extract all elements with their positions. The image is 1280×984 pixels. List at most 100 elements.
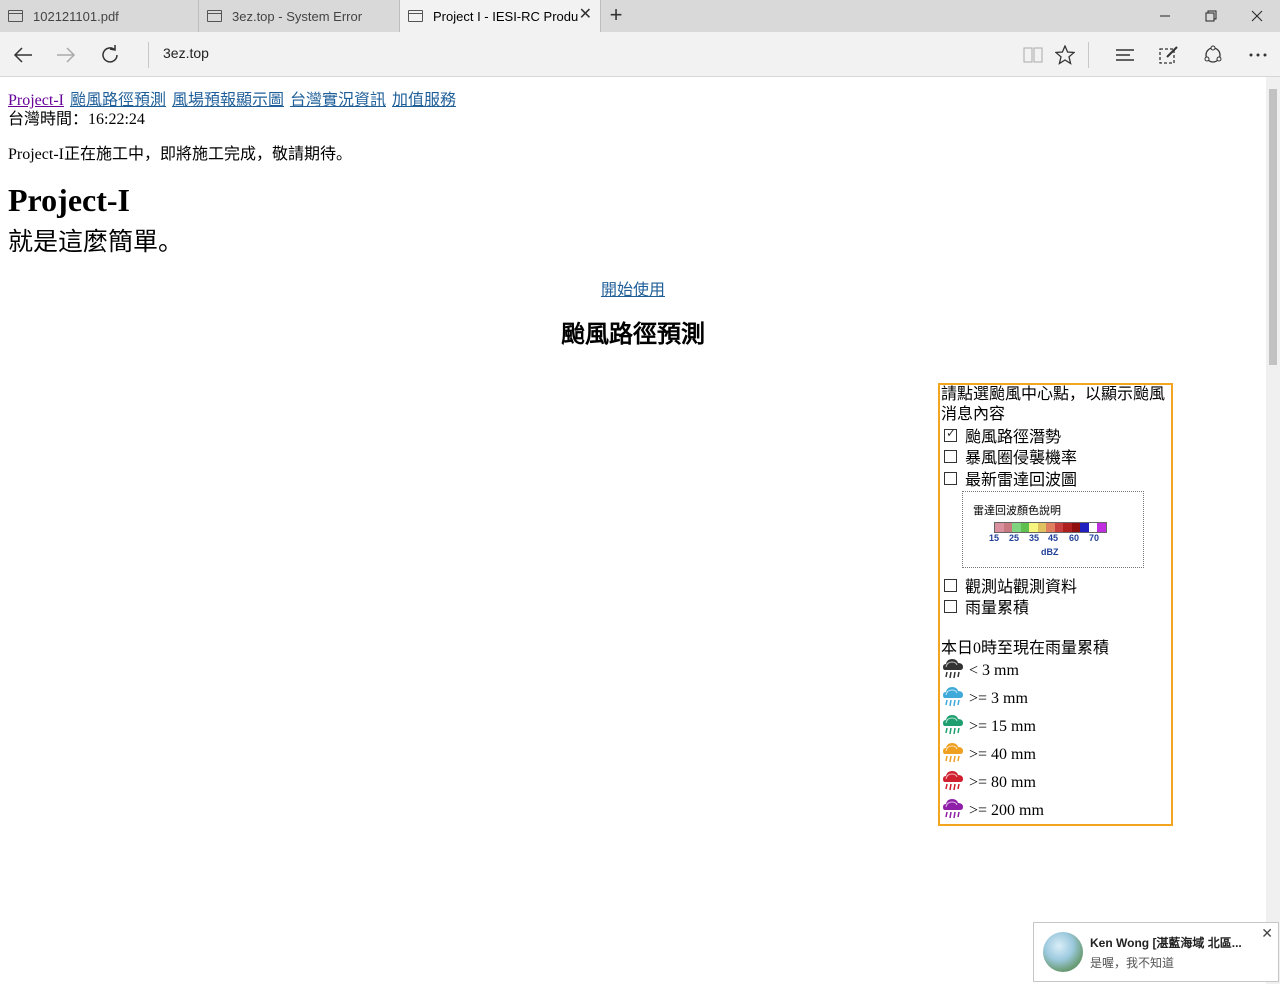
radar-color-swatch [995,523,1004,532]
separator [148,42,149,68]
taiwan-time: 台灣時間：16:22:24 [8,111,145,128]
radar-color-swatch [1020,523,1029,532]
map-legend-panel: 請點選颱風中心點，以顯示颱風消息內容 颱風路徑潛勢 暴風圈侵襲機率 最新雷達回波… [938,383,1173,826]
rain-cloud-icon [943,743,963,763]
page-title: Project-I [8,182,130,218]
radar-color-swatch [1071,523,1080,532]
radar-tick: 60 [1069,533,1080,543]
rain-legend-item: >= 80 mm [941,766,1036,792]
option-label: 最新雷達回波圖 [965,472,1078,489]
rain-level-label: >= 80 mm [969,774,1036,791]
address-toolbar: 3ez.top [0,32,1280,77]
rain-cloud-icon [943,771,963,791]
rain-level-label: >= 200 mm [969,802,1044,819]
close-icon[interactable]: ✕ [1261,925,1273,942]
share-button[interactable] [1198,40,1228,70]
tab-title: Project I - IESI-RC Produ [433,8,579,24]
panel-prompt: 請點選颱風中心點，以顯示颱風消息內容 [941,386,1166,423]
nav-link-taiwan-live[interactable]: 台灣實況資訊 [290,92,386,109]
page-viewport: Project-I 颱風路徑預測 風場預報顯示圖 台灣實況資訊 加值服務 台灣時… [0,77,1266,984]
forward-button[interactable] [51,40,81,70]
message-notification[interactable]: Ken Wong [湛藍海域 北區... 是喔，我不知道 ✕ [1033,922,1279,982]
radar-color-scale [994,522,1107,533]
option-rain-accum[interactable]: 雨量累積 [944,596,1030,617]
radar-color-swatch [1003,523,1012,532]
vertical-scrollbar[interactable] [1266,77,1280,984]
slogan: 就是這麼簡單。 [8,229,184,256]
radar-color-swatch [1029,523,1038,532]
restore-icon [1205,10,1217,22]
radar-color-swatch [1063,523,1072,532]
page-icon [8,10,23,22]
hub-button[interactable] [1110,40,1140,70]
section-title: 颱風路徑預測 [561,322,705,348]
checkbox[interactable] [944,449,957,463]
tab-title: 3ez.top - System Error [232,8,363,24]
reading-view-button[interactable] [1018,40,1048,70]
book-icon [1023,47,1043,63]
rain-cloud-icon [943,715,963,735]
more-icon [1249,53,1267,57]
back-button[interactable] [8,40,38,70]
forward-arrow-icon [57,47,76,63]
restore-button[interactable] [1188,0,1234,32]
rain-cloud-icon [943,799,963,819]
nav-link-wind-forecast[interactable]: 風場預報顯示圖 [172,92,284,109]
close-icon [1251,10,1263,22]
rain-level-label: >= 3 mm [969,690,1028,707]
rain-level-label: >= 40 mm [969,746,1036,763]
option-radar[interactable]: 最新雷達回波圖 [944,468,1078,489]
rain-cloud-icon [943,687,963,707]
checkbox[interactable] [944,426,957,442]
checkbox[interactable] [944,471,957,485]
address-field[interactable]: 3ez.top [163,45,209,61]
favorite-button[interactable] [1050,40,1080,70]
option-stations[interactable]: 觀測站觀測資料 [944,575,1077,596]
close-window-button[interactable] [1234,0,1280,32]
radar-unit: dBZ [1041,547,1059,557]
radar-tick: 15 [989,533,1000,543]
new-tab-button[interactable]: + [604,4,628,28]
tab-pdf[interactable]: 102121101.pdf [0,0,199,32]
minimize-button[interactable] [1142,0,1188,32]
web-note-button[interactable] [1154,40,1184,70]
start-link[interactable]: 開始使用 [601,282,665,299]
separator [1088,42,1089,68]
rain-level-label: < 3 mm [969,662,1019,679]
option-typhoon-track[interactable]: 颱風路徑潛勢 [944,425,1061,446]
tab-system-error[interactable]: 3ez.top - System Error [199,0,400,32]
option-label: 雨量累積 [965,600,1030,617]
option-storm-probability[interactable]: 暴風圈侵襲機率 [944,446,1078,467]
radar-tick: 25 [1009,533,1020,543]
rain-legend-item: >= 200 mm [941,794,1044,820]
radar-color-swatch [1037,523,1046,532]
option-label: 暴風圈侵襲機率 [965,450,1078,467]
construction-notice: Project-I正在施工中，即將施工完成，敬請期待。 [8,146,352,163]
checkbox[interactable] [944,578,957,592]
scrollbar-thumb[interactable] [1269,89,1277,365]
nav-link-value-added[interactable]: 加值服務 [392,92,456,109]
tab-project-i[interactable]: Project I - IESI-RC Produ ✕ [400,0,601,32]
radar-tick: 70 [1089,533,1100,543]
radar-color-swatch [1054,523,1063,532]
refresh-button[interactable] [95,40,125,70]
more-button[interactable] [1243,40,1273,70]
page-icon [207,10,222,22]
checkbox[interactable] [944,599,957,613]
web-note-icon [1159,46,1178,64]
close-icon[interactable]: ✕ [579,7,592,23]
avatar [1043,932,1083,972]
back-arrow-icon [13,47,32,63]
page-icon [408,10,423,22]
rain-legend-item: >= 3 mm [941,682,1028,708]
refresh-icon [102,45,118,63]
share-icon [1204,45,1222,63]
radar-color-swatch [1097,523,1106,532]
radar-tick: 35 [1029,533,1040,543]
rain-legend-item: >= 15 mm [941,710,1036,736]
star-icon [1055,45,1075,65]
sender-name: Ken Wong [湛藍海域 北區... [1090,936,1242,950]
tab-title: 102121101.pdf [33,8,119,24]
minimize-icon [1160,15,1170,17]
rain-level-label: >= 15 mm [969,718,1036,735]
